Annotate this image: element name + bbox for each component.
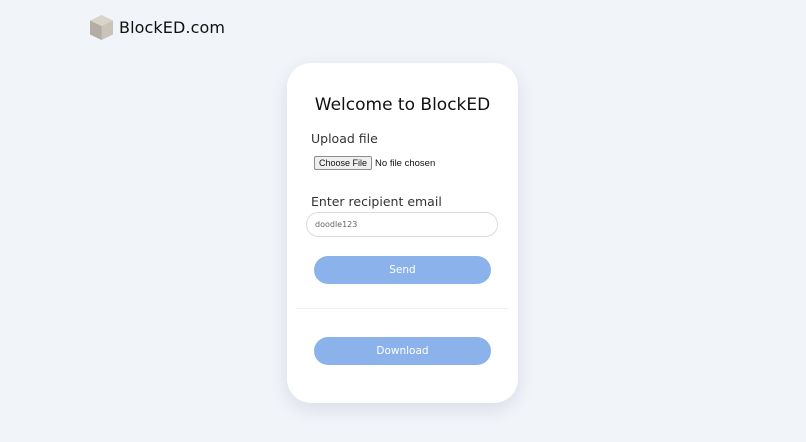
download-button[interactable]: Download [314,337,491,365]
transfer-card: Welcome to BlockED Upload file Choose Fi… [287,63,518,403]
page: BlockED.com Welcome to BlockED Upload fi… [0,0,806,442]
brand-name: BlockED.com [119,18,226,37]
recipient-email-label: Enter recipient email [311,194,442,209]
cube-icon [89,14,114,41]
card-title: Welcome to BlockED [314,95,491,115]
file-status-text: No file chosen [375,157,436,169]
upload-file-label: Upload file [311,131,378,146]
recipient-email-input[interactable] [306,212,498,237]
send-button[interactable]: Send [314,256,491,284]
choose-file-button[interactable]: Choose File [314,156,373,170]
brand[interactable]: BlockED.com [89,14,225,41]
divider [296,308,508,309]
file-picker: Choose File No file chosen [314,156,435,170]
